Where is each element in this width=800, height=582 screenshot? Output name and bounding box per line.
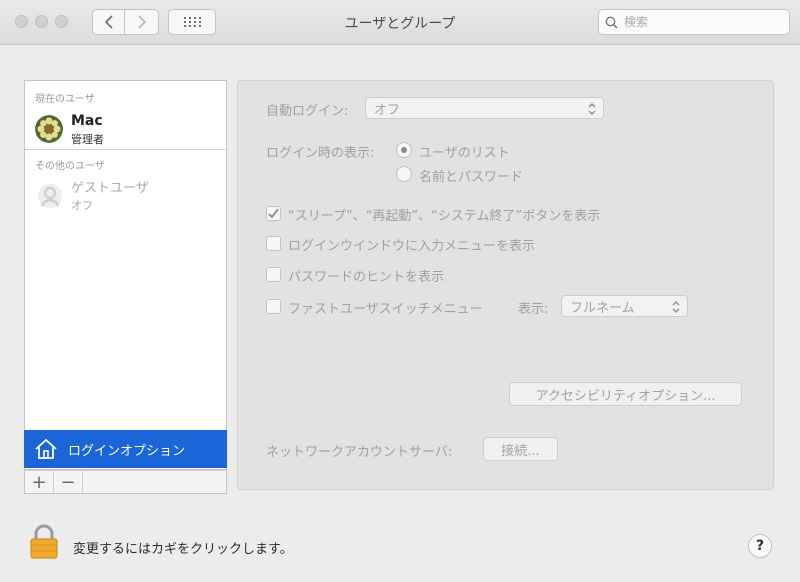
radio-name-password[interactable] <box>396 166 412 182</box>
login-options-item[interactable]: ログインオプション <box>24 430 227 468</box>
zoom-window-button[interactable] <box>55 15 68 28</box>
checkbox-fast-user-switch-label: ファストユーザスイッチメニュー <box>288 302 483 317</box>
divider <box>25 149 226 150</box>
flower-avatar-icon <box>35 115 63 143</box>
lock-icon[interactable] <box>28 524 60 560</box>
other-users-header: その他のユーザ <box>35 161 105 172</box>
user-list: 現在のユーザ Mac 管理者 その他のユーザ ゲストユーザ オフ <box>24 80 227 470</box>
connect-button[interactable]: 接続... <box>483 437 558 461</box>
guest-user-status: オフ <box>71 199 93 212</box>
checkbox-password-hint[interactable] <box>266 267 281 282</box>
fast-switch-display-label: 表示: <box>518 302 549 317</box>
user-row-mac[interactable]: Mac 管理者 <box>25 109 226 149</box>
login-options-panel: 自動ログイン: オフ ログイン時の表示: ユーザのリスト 名前とパスワード “ス… <box>237 80 774 490</box>
checkbox-show-buttons-label: “スリープ”、“再起動”、“システム終了”ボタンを表示 <box>288 209 601 224</box>
auto-login-popup[interactable]: オフ <box>365 97 604 119</box>
user-name: Mac <box>71 113 103 129</box>
fast-switch-display-popup[interactable]: フルネーム <box>561 295 688 317</box>
guest-user-name: ゲストユーザ <box>71 181 149 196</box>
checkbox-input-menu-label: ログインウインドウに入力メニューを表示 <box>288 239 536 254</box>
user-list-toolbar: + − <box>24 470 227 494</box>
house-icon <box>35 438 57 459</box>
updown-chevron-icon <box>588 103 596 115</box>
checkbox-password-hint-label: パスワードのヒントを表示 <box>288 270 445 285</box>
radio-user-list-label: ユーザのリスト <box>419 146 510 161</box>
user-row-guest[interactable]: ゲストユーザ オフ <box>25 175 226 215</box>
current-users-header: 現在のユーザ <box>35 94 95 105</box>
show-all-button[interactable] <box>168 9 216 35</box>
chevron-left-icon <box>104 15 113 29</box>
lock-message: 変更するにはカギをクリックします。 <box>73 542 293 557</box>
chevron-right-icon <box>137 15 146 29</box>
checkbox-fast-user-switch[interactable] <box>266 299 281 314</box>
auto-login-label: 自動ログイン: <box>266 104 349 119</box>
title-bar: ユーザとグループ <box>0 0 800 45</box>
updown-chevron-icon <box>672 301 680 313</box>
close-window-button[interactable] <box>15 15 28 28</box>
accessibility-options-button[interactable]: アクセシビリティオプション... <box>509 382 742 406</box>
guest-user-icon <box>38 184 62 208</box>
login-display-label: ログイン時の表示: <box>266 146 375 161</box>
fast-switch-display-value: フルネーム <box>570 300 635 316</box>
grid-icon <box>184 17 201 27</box>
checkmark-icon <box>268 208 279 219</box>
search-field[interactable] <box>598 9 790 35</box>
add-user-button[interactable]: + <box>25 471 54 493</box>
search-icon <box>605 16 618 29</box>
forward-button[interactable] <box>125 9 159 35</box>
checkbox-input-menu[interactable] <box>266 236 281 251</box>
user-role: 管理者 <box>71 133 104 146</box>
login-options-label: ログインオプション <box>68 443 186 459</box>
minimize-window-button[interactable] <box>35 15 48 28</box>
auto-login-value: オフ <box>374 102 401 118</box>
remove-user-button[interactable]: − <box>54 471 83 493</box>
radio-name-password-label: 名前とパスワード <box>419 170 524 185</box>
back-button[interactable] <box>92 9 125 35</box>
search-input[interactable] <box>622 14 776 30</box>
radio-user-list[interactable] <box>396 142 412 158</box>
help-button[interactable]: ? <box>748 534 772 558</box>
checkbox-show-buttons[interactable] <box>266 206 281 221</box>
network-account-server-label: ネットワークアカウントサーバ: <box>266 445 453 460</box>
